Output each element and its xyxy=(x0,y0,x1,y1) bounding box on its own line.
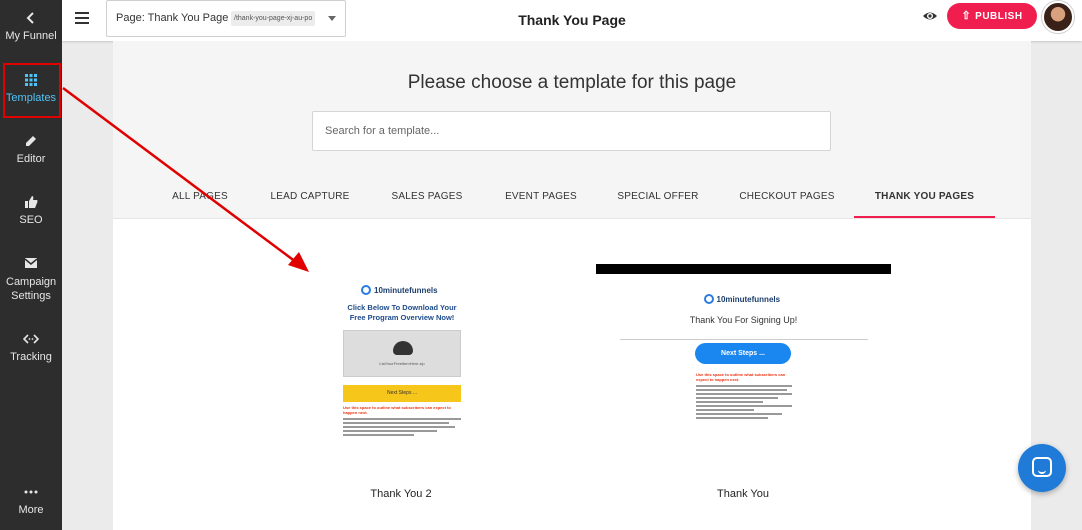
sidebar-item-my-funnel[interactable]: My Funnel xyxy=(0,10,62,42)
pencil-icon xyxy=(26,136,36,146)
template-headline: Click Below To Download Your Free Progra… xyxy=(347,303,457,322)
code-icon xyxy=(23,334,39,344)
sidebar-item-tracking[interactable]: Tracking xyxy=(0,331,62,363)
tab-all-pages[interactable]: ALL PAGES xyxy=(168,191,232,218)
sidebar-item-label: Editor xyxy=(16,153,46,165)
divider xyxy=(619,339,868,340)
sidebar-item-label: Tracking xyxy=(10,351,52,363)
sidebar-item-editor[interactable]: Editor xyxy=(0,133,62,165)
template-name: Thank You xyxy=(717,488,769,500)
logo-circle-icon xyxy=(703,294,714,304)
template-search-input[interactable] xyxy=(312,111,831,151)
template-logo: 10minutefunnels xyxy=(361,285,461,295)
template-body-text: Use this space to outline what subscribe… xyxy=(696,372,792,421)
upload-icon: ⇧ xyxy=(961,10,972,22)
template-next-steps-button: Next Steps ... xyxy=(343,385,461,402)
sidebar-item-label: SEO xyxy=(19,214,43,226)
template-note: Use this space to outline what subscribe… xyxy=(696,372,786,382)
tab-lead-capture[interactable]: LEAD CAPTURE xyxy=(269,191,351,218)
placeholder-text-lines xyxy=(343,418,461,436)
template-header-bar xyxy=(596,264,891,274)
chat-icon xyxy=(1032,457,1052,477)
template-card-thank-you[interactable]: 10minutefunnels Thank You For Signing Up… xyxy=(596,264,891,459)
top-bar: Page: Thank You Page /thank-you-page-xj-… xyxy=(62,0,1082,41)
template-card-thank-you-2[interactable]: 10minutefunnels Click Below To Download … xyxy=(343,285,461,475)
chevron-left-icon xyxy=(26,12,34,24)
more-dots-icon xyxy=(24,490,38,494)
logo-circle-icon xyxy=(361,285,371,295)
sidebar-item-label: Campaign Settings xyxy=(6,276,57,302)
page-title: Thank You Page xyxy=(518,12,626,28)
tab-thank-you-pages[interactable]: THANK YOU PAGES xyxy=(854,191,995,218)
eye-preview-icon[interactable] xyxy=(922,9,938,23)
sidebar-item-seo[interactable]: SEO xyxy=(0,194,62,226)
left-sidebar: My Funnel Templates Editor SEO Campaign … xyxy=(0,0,62,530)
publish-label: PUBLISH xyxy=(975,11,1023,22)
sidebar-item-label: My Funnel xyxy=(5,30,57,42)
download-box: ListYourFreeItemHere.zip xyxy=(343,330,461,377)
chooser-heading: Please choose a template for this page xyxy=(407,72,737,93)
envelope-icon xyxy=(24,258,38,268)
template-category-tabs: ALL PAGES LEAD CAPTURE SALES PAGES EVENT… xyxy=(113,191,1031,218)
template-note: Use this space to outline what subscribe… xyxy=(343,405,451,415)
tab-special-offer[interactable]: SPECIAL OFFER xyxy=(616,191,700,218)
caret-down-icon xyxy=(328,16,336,21)
highlight-box xyxy=(3,63,61,118)
template-chooser-header: Please choose a template for this page A… xyxy=(113,41,1031,218)
cloud-download-icon xyxy=(393,341,413,355)
template-next-steps-button: Next Steps ... xyxy=(695,343,791,364)
publish-button[interactable]: ⇧ PUBLISH xyxy=(947,3,1037,29)
template-name: Thank You 2 xyxy=(370,488,432,500)
avatar[interactable] xyxy=(1042,1,1074,33)
hamburger-menu-icon[interactable] xyxy=(75,12,89,24)
page-select-dropdown[interactable]: Page: Thank You Page /thank-you-page-xj-… xyxy=(106,0,346,37)
tab-sales-pages[interactable]: SALES PAGES xyxy=(389,191,465,218)
page-select-label: Page: Thank You Page xyxy=(116,12,229,24)
template-logo: 10minutefunnels xyxy=(703,294,784,304)
sidebar-item-campaign-settings[interactable]: Campaign Settings xyxy=(0,255,62,303)
tab-event-pages[interactable]: EVENT PAGES xyxy=(503,191,579,218)
sidebar-item-label: More xyxy=(18,504,44,516)
download-file-name: ListYourFreeItemHere.zip xyxy=(379,361,425,366)
sidebar-item-more[interactable]: More xyxy=(0,484,62,516)
placeholder-text-lines xyxy=(696,385,792,419)
template-gallery: 10minutefunnels Click Below To Download … xyxy=(113,218,1031,530)
tab-checkout-pages[interactable]: CHECKOUT PAGES xyxy=(737,191,837,218)
template-headline: Thank You For Signing Up! xyxy=(689,315,798,325)
chat-widget-button[interactable] xyxy=(1018,444,1066,492)
thumbs-up-icon xyxy=(25,196,38,208)
page-slug-badge: /thank-you-page-xj-au-po xyxy=(231,11,316,26)
